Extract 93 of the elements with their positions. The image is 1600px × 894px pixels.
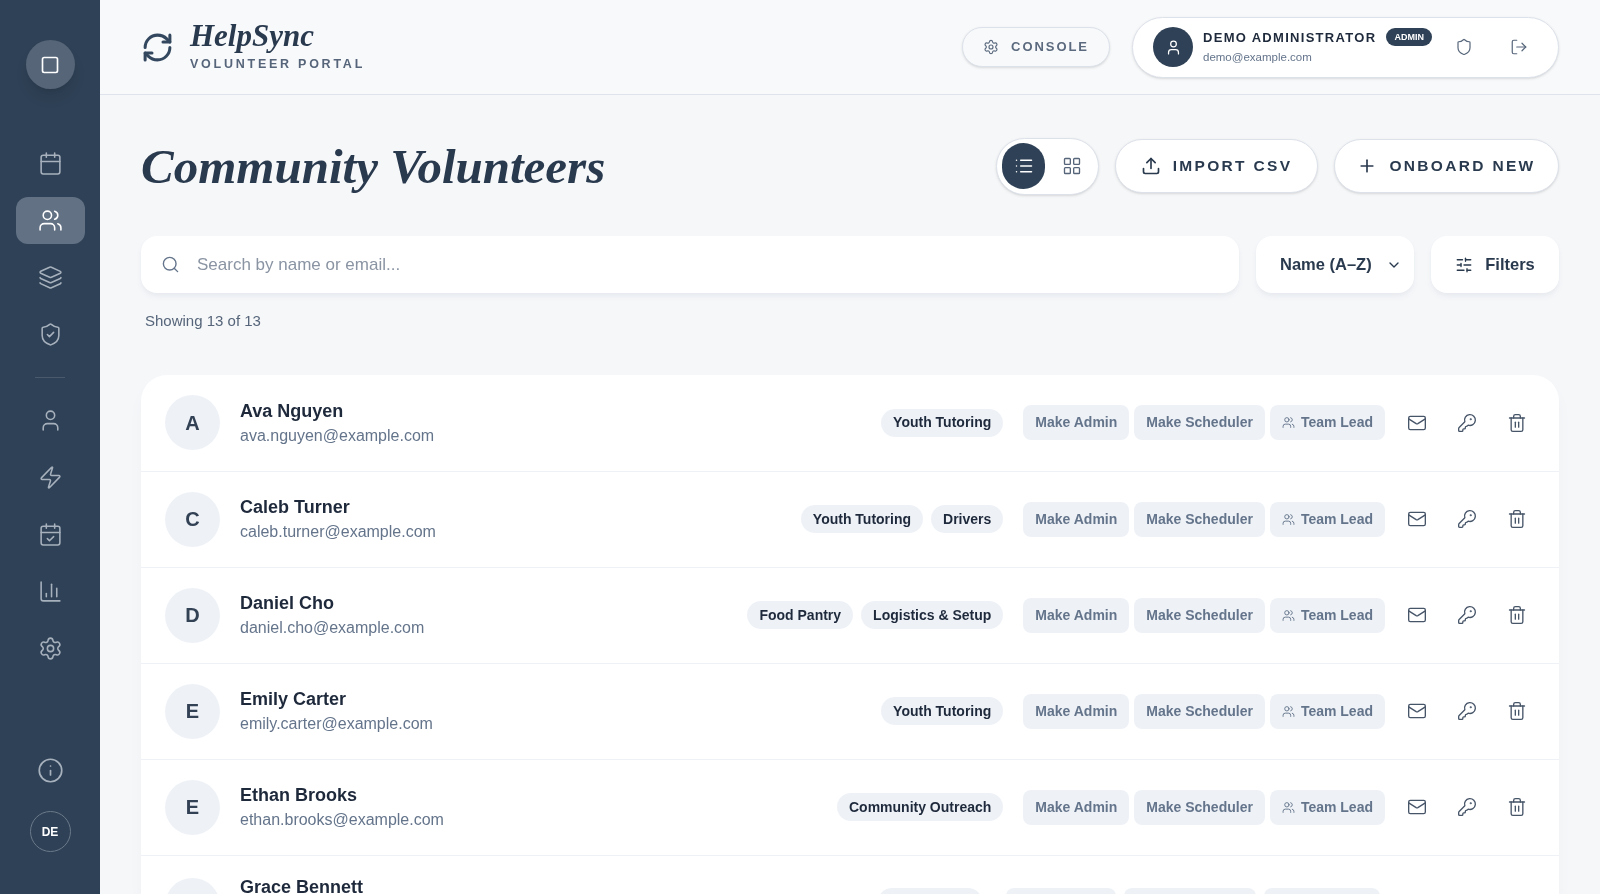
avatar: E <box>165 683 220 739</box>
role-button[interactable]: Make Scheduler <box>1134 501 1265 537</box>
users-icon <box>1281 800 1295 814</box>
security-button[interactable] <box>1455 38 1473 56</box>
trash-icon <box>1507 509 1527 529</box>
filters-button[interactable]: Filters <box>1431 236 1559 293</box>
volunteer-email: emily.carter@example.com <box>240 714 433 734</box>
settings-icon <box>983 39 1000 55</box>
team-lead-button[interactable]: Team Lead <box>1269 789 1385 825</box>
upload-icon <box>1140 156 1161 176</box>
key-icon <box>1457 701 1477 721</box>
team-lead-button[interactable]: Team Lead <box>1269 597 1385 633</box>
team-lead-button[interactable]: Team Lead <box>1269 693 1385 729</box>
volunteer-email: daniel.cho@example.com <box>240 618 425 638</box>
mail-icon <box>1407 509 1427 529</box>
filters-icon <box>1455 255 1474 274</box>
key-icon <box>1457 509 1477 529</box>
role-button[interactable]: Make Admin <box>1023 693 1130 729</box>
grid-icon <box>1061 156 1082 176</box>
mail-icon <box>1407 797 1427 817</box>
logout-button[interactable] <box>1510 38 1528 56</box>
team-lead-button[interactable]: Team Lead <box>1269 405 1385 440</box>
lightning-icon <box>37 465 63 490</box>
tag-chip: Drivers <box>931 505 1004 533</box>
page-title: Community Volunteers <box>141 141 606 191</box>
bar-chart-icon <box>37 579 63 604</box>
logout-icon <box>1510 38 1528 56</box>
trash-icon <box>1507 605 1527 625</box>
mail-icon <box>1407 605 1427 625</box>
search-field[interactable]: Search by name or email... <box>141 236 1239 293</box>
onboard-new-button[interactable]: ONBOARD NEW <box>1334 139 1559 193</box>
users-icon <box>1281 704 1295 718</box>
nav-item[interactable] <box>15 197 85 244</box>
tag-chip: Youth Tutoring <box>881 408 1004 437</box>
role-button[interactable]: Make Admin <box>1023 789 1130 825</box>
users-icon <box>1281 416 1295 429</box>
tag-chip: Logistics & Setup <box>861 601 1004 629</box>
brand-name: HelpSync <box>190 20 315 53</box>
volunteer-name: Caleb Turner <box>240 496 351 519</box>
key-icon <box>1457 412 1477 433</box>
search-icon <box>161 255 180 274</box>
tag-chip: Youth Tutoring <box>800 505 924 533</box>
user-email: demo@example.com <box>1203 50 1313 66</box>
result-count: Showing 13 of 13 <box>145 311 262 331</box>
role-badge: ADMIN <box>1386 28 1432 47</box>
avatar: E <box>165 779 220 835</box>
shield-icon <box>1455 38 1473 56</box>
team-lead-button[interactable]: Team Lead <box>1269 501 1385 537</box>
list-icon <box>1013 156 1034 176</box>
brand-subtitle: VOLUNTEER PORTAL <box>190 56 366 74</box>
avatar: C <box>165 491 220 547</box>
tag-chip: Community Outreach <box>836 793 1004 821</box>
key-icon <box>1457 797 1477 817</box>
role-button[interactable]: Make Scheduler <box>1134 597 1265 633</box>
key-icon <box>1457 605 1477 625</box>
import-csv-button[interactable]: IMPORT CSV <box>1115 139 1318 193</box>
trash-icon <box>1507 412 1527 433</box>
role-button[interactable]: Make Admin <box>1023 501 1130 537</box>
tag-chip: Food Pantry <box>747 601 854 629</box>
calendar-icon <box>37 151 63 176</box>
volunteer-name: Grace Bennett <box>240 875 364 894</box>
list-view-button[interactable] <box>1002 143 1045 189</box>
user-name: DEMO ADMINISTRATOR <box>1203 28 1377 47</box>
info-button[interactable] <box>36 757 64 784</box>
tag-chip: Youth Tutoring <box>881 697 1004 725</box>
role-button[interactable]: Make Admin <box>1023 597 1130 633</box>
volunteer-email: ava.nguyen@example.com <box>240 425 435 446</box>
role-button[interactable]: Make Scheduler <box>1134 693 1265 729</box>
users-icon <box>1281 608 1295 622</box>
volunteer-email: ethan.brooks@example.com <box>240 810 444 830</box>
volunteer-name: Daniel Cho <box>240 592 335 615</box>
role-button[interactable]: Make Scheduler <box>1134 405 1265 440</box>
app-button[interactable] <box>25 40 75 89</box>
users-icon <box>1281 512 1295 526</box>
layers-icon <box>37 265 63 290</box>
volunteer-name: Ethan Brooks <box>240 784 359 807</box>
volunteer-name: Emily Carter <box>240 688 348 711</box>
settings-icon <box>37 636 63 661</box>
trash-icon <box>1507 701 1527 721</box>
sort-dropdown[interactable]: Name (A–Z) <box>1256 236 1414 293</box>
role-button[interactable]: Make Scheduler <box>1134 789 1265 825</box>
avatar: A <box>165 395 220 450</box>
users-icon <box>37 208 63 233</box>
volunteer-name: Ava Nguyen <box>240 399 345 423</box>
volunteer-email: caleb.turner@example.com <box>240 522 436 542</box>
trash-icon <box>1507 797 1527 817</box>
role-button[interactable]: Make Admin <box>1023 405 1130 440</box>
info-icon <box>36 757 64 784</box>
square-icon <box>40 54 60 75</box>
calendar-check-icon <box>37 522 63 547</box>
console-button[interactable]: CONSOLE <box>962 27 1110 67</box>
mail-icon <box>1407 701 1427 721</box>
avatar: D <box>165 587 220 643</box>
